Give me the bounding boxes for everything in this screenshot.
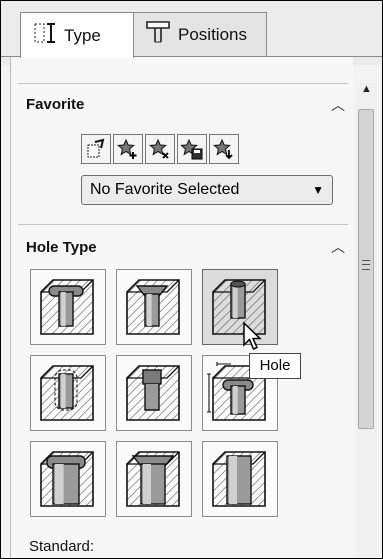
favorite-dropdown[interactable]: No Favorite Selected ▼ bbox=[81, 175, 333, 205]
countersink-icon bbox=[126, 279, 180, 335]
grip-icon bbox=[362, 260, 370, 270]
hole-type-title: Hole Type bbox=[26, 239, 97, 256]
tapered-tap-icon bbox=[126, 365, 180, 421]
save-favorite-icon[interactable] bbox=[177, 134, 207, 164]
favorite-collapse-chevron-icon[interactable]: ︿ bbox=[331, 95, 345, 115]
tooltip: Hole bbox=[249, 353, 301, 379]
tab-positions-label: Positions bbox=[178, 24, 247, 44]
hole-type-icon bbox=[33, 21, 57, 50]
slot-icon bbox=[212, 451, 266, 507]
hole-type-slot-button[interactable] bbox=[202, 441, 278, 517]
hole-type-counterbore-slot-button[interactable] bbox=[30, 441, 106, 517]
section-separator bbox=[18, 83, 348, 84]
hole-type-collapse-chevron-icon[interactable]: ︿ bbox=[331, 237, 345, 257]
vertical-scrollbar[interactable]: ▲ bbox=[356, 83, 376, 558]
hole-type-tapered-tap-button[interactable] bbox=[116, 355, 192, 431]
hole-type-countersink-slot-button[interactable] bbox=[116, 441, 192, 517]
hole-type-counterbore-button[interactable] bbox=[30, 269, 106, 345]
scroll-thumb[interactable] bbox=[358, 109, 374, 429]
standard-label: Standard: bbox=[29, 538, 95, 555]
hole-type-countersink-button[interactable] bbox=[116, 269, 192, 345]
counterbore-icon bbox=[40, 279, 94, 335]
tab-positions[interactable]: Positions bbox=[132, 12, 267, 56]
countersink-slot-icon bbox=[126, 451, 180, 507]
section-separator bbox=[18, 224, 348, 225]
tab-type[interactable]: Type bbox=[20, 12, 134, 58]
delete-favorite-icon[interactable] bbox=[145, 134, 175, 164]
favorite-dropdown-value: No Favorite Selected bbox=[90, 181, 240, 198]
mouse-pointer-icon bbox=[243, 321, 262, 350]
straight-tap-icon bbox=[40, 365, 94, 421]
load-favorite-icon[interactable] bbox=[209, 134, 239, 164]
add-favorite-icon[interactable] bbox=[113, 134, 143, 164]
tab-bar: Type Positions bbox=[1, 1, 382, 65]
favorite-title: Favorite bbox=[26, 96, 85, 113]
hole-type-hole-button[interactable] bbox=[202, 269, 278, 345]
tab-type-label: Type bbox=[64, 25, 101, 45]
property-manager: Type Positions ▲ Favorite ︿ No Favorite … bbox=[0, 0, 383, 559]
positions-icon bbox=[145, 20, 171, 49]
dropdown-arrow-icon: ▼ bbox=[312, 183, 324, 197]
hole-type-straight-tap-button[interactable] bbox=[30, 355, 106, 431]
favorite-toolbar bbox=[81, 134, 241, 164]
apply-defaults-icon[interactable] bbox=[81, 134, 111, 164]
scroll-up-icon[interactable]: ▲ bbox=[361, 83, 372, 95]
counterbore-slot-icon bbox=[40, 451, 94, 507]
